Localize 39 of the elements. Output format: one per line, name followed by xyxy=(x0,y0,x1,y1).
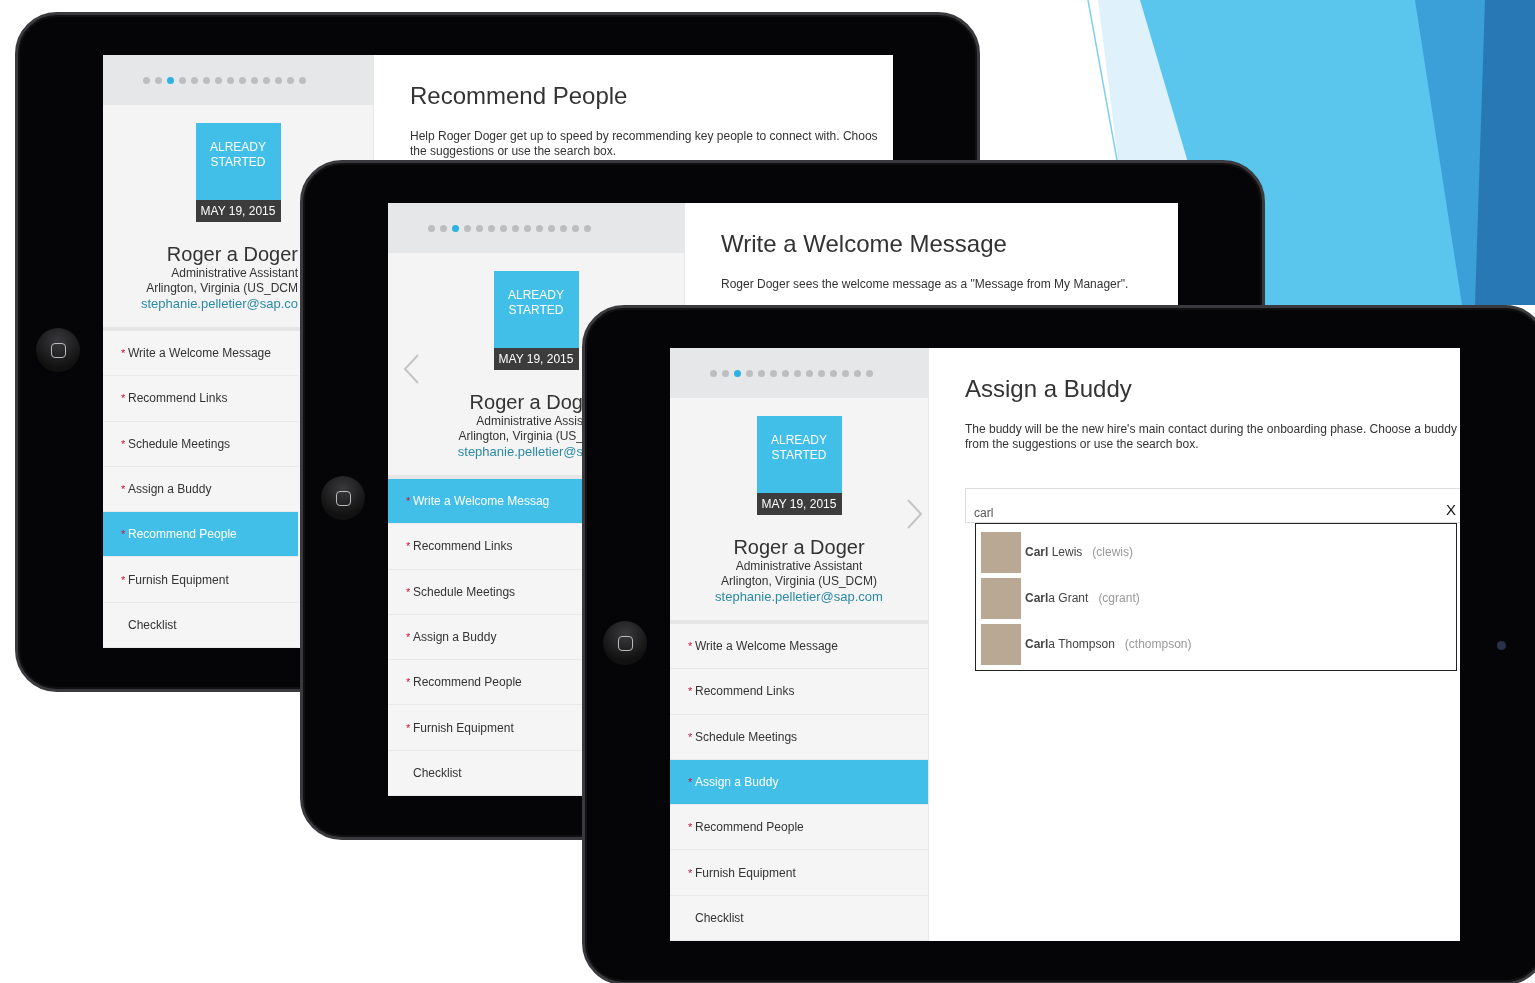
location-text: Arlington, Virginia (US_ xyxy=(458,429,583,444)
page-title: Recommend People xyxy=(410,81,629,111)
search-field[interactable]: carl X xyxy=(965,488,1460,523)
photo-placeholder xyxy=(981,531,1021,573)
camera-icon xyxy=(1497,641,1506,650)
page-title: Assign a Buddy xyxy=(965,374,1133,404)
status-label: ALREADY STARTED xyxy=(493,271,579,348)
employee-name: Roger a Dog xyxy=(469,390,583,414)
email-link[interactable]: stephanie.pelletier@s xyxy=(457,444,583,459)
email-link[interactable]: stephanie.pelletier@sap.co xyxy=(141,296,298,311)
job-title: Administrative Assistant xyxy=(171,266,298,281)
person-name[interactable]: Carla Grant xyxy=(1025,591,1089,605)
employee-name: Roger a Doger xyxy=(166,242,298,266)
job-title: Administrative Assis xyxy=(476,414,583,429)
username-text: (cgrant) xyxy=(1098,591,1140,605)
description-text: Roger Doger sees the welcome message as a "Message from My Manager". xyxy=(721,277,1130,292)
description-text: Help Roger Doger get up to speed by recommending key people to connect with. Choos the suggestions or use the search box. xyxy=(410,129,879,159)
start-date: MAY 19, 2015 xyxy=(493,348,579,370)
home-button[interactable] xyxy=(36,328,80,372)
person-name[interactable]: Carl Lewis xyxy=(1025,545,1083,559)
email-link[interactable]: stephanie.pelletier@sap.com xyxy=(715,589,883,604)
clear-button[interactable]: X xyxy=(1446,502,1456,518)
job-title: Administrative Assistant xyxy=(735,559,863,574)
status-label: ALREADY STARTED xyxy=(195,123,281,200)
photo-placeholder xyxy=(981,577,1021,619)
description-text: The buddy will be the new hire's main contact during the onboarding phase. Choose a buddy from the suggestions or use the search box. xyxy=(965,422,1458,452)
employee-name: Roger a Doger xyxy=(733,535,865,559)
home-button[interactable] xyxy=(321,476,365,520)
start-date: MAY 19, 2015 xyxy=(756,493,842,515)
person-name[interactable]: Carla Thompson xyxy=(1025,637,1115,651)
location-text: Arlington, Virginia (US_DCM) xyxy=(721,574,877,589)
photo-placeholder xyxy=(981,623,1021,665)
home-button[interactable] xyxy=(603,621,647,665)
page-title: Write a Welcome Message xyxy=(721,229,1008,259)
status-label: ALREADY STARTED xyxy=(756,416,842,493)
location-text: Arlington, Virginia (US_DCM xyxy=(146,281,298,296)
start-date: MAY 19, 2015 xyxy=(195,200,281,222)
username-text: (cthompson) xyxy=(1124,637,1192,651)
username-text: (clewis) xyxy=(1092,545,1134,559)
